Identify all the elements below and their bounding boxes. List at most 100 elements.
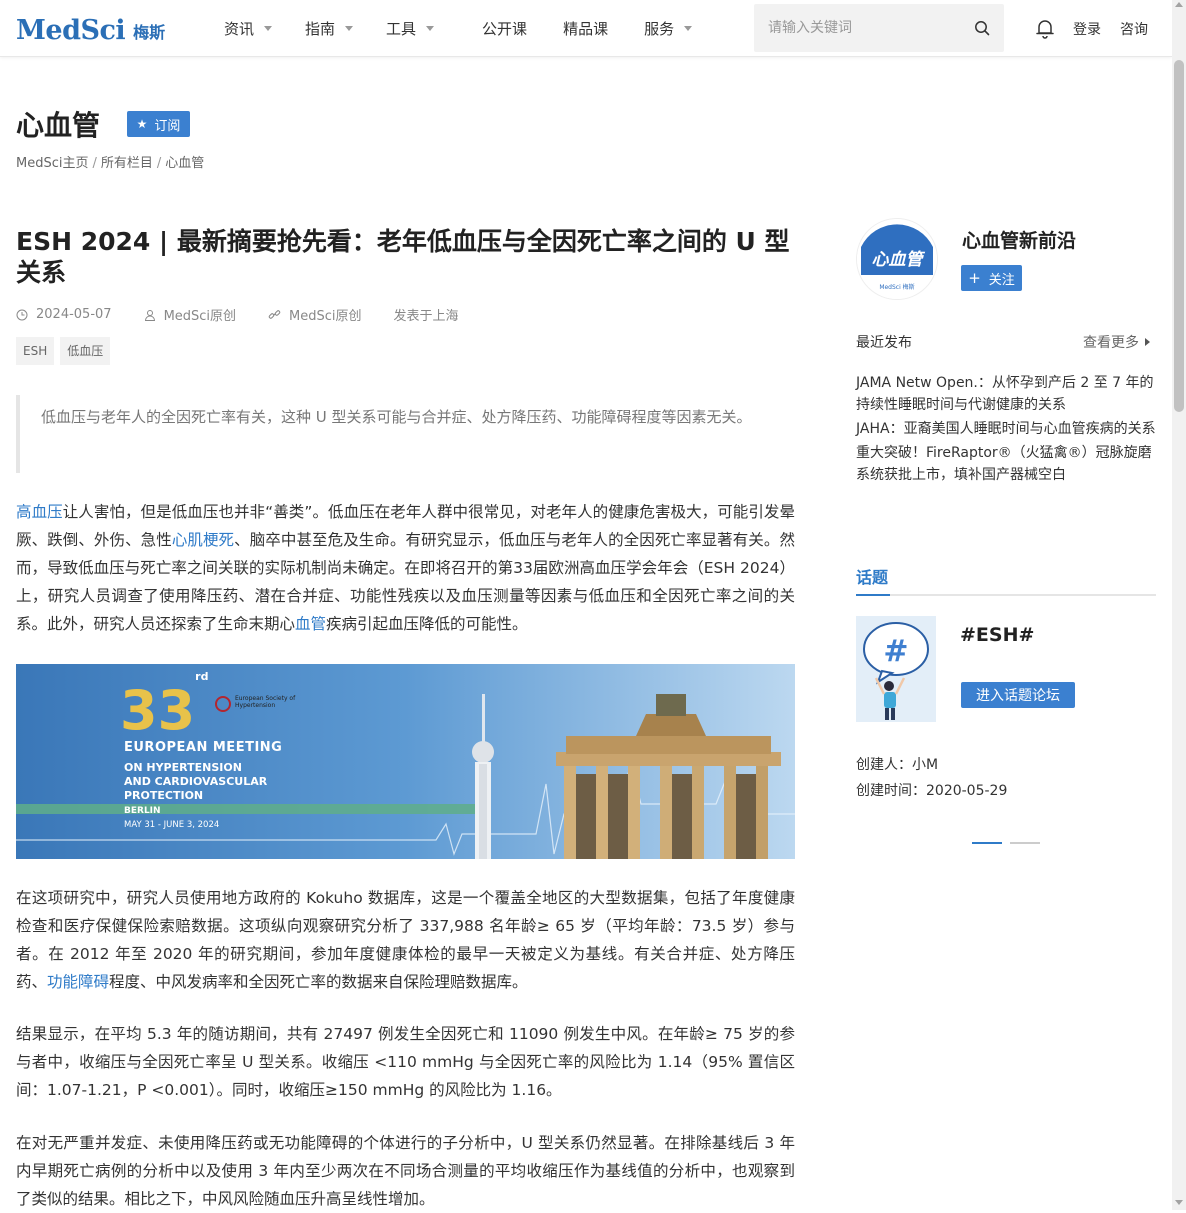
medsci-logo[interactable]: MedSci 梅斯 (16, 12, 165, 46)
avatar-subtext: MedSci 梅斯 (879, 283, 914, 291)
channel-avatar-image: 心血管 MedSci 梅斯 (857, 219, 937, 299)
caret-down-icon (426, 25, 435, 31)
banner-number-suffix: rd (195, 670, 209, 683)
breadcrumb-current[interactable]: 心血管 (165, 156, 204, 171)
carousel-dot[interactable] (1010, 842, 1040, 844)
banner-line4: PROTECTION (124, 789, 204, 802)
banner-city: BERLIN (124, 806, 161, 816)
hashtag-illustration: # (856, 616, 936, 722)
nav-label: 指南 (305, 19, 336, 38)
carousel-indicators (972, 842, 1048, 844)
recent-item[interactable]: JAHA：亚裔美国人睡眠时间与心血管疾病的关系 (856, 418, 1158, 440)
recent-heading: 最近发布 (856, 335, 912, 351)
meta-author: MedSci原创 (144, 305, 236, 324)
nav-item-tools[interactable]: 工具 (386, 18, 435, 39)
link-icon (268, 310, 281, 319)
meta-source: MedSci原创 (268, 305, 362, 324)
avatar-text: 心血管 (872, 250, 926, 270)
breadcrumb-separator: / (92, 156, 97, 171)
nav-item-premium-courses[interactable]: 精品课 (563, 18, 608, 39)
tag-hypotension[interactable]: 低血压 (60, 337, 111, 365)
link-hypertension[interactable]: 高血压 (16, 503, 63, 521)
meta-author-text: MedSci原创 (163, 309, 237, 324)
breadcrumb: MedSci主页 / 所有栏目 / 心血管 (16, 152, 204, 171)
topic-name[interactable]: #ESH# (960, 624, 1034, 646)
plus-icon: + (968, 269, 981, 287)
banner-number-text: 33 (120, 679, 196, 742)
main-nav: 资讯 指南 工具 公开课 精品课 服务 (224, 0, 693, 56)
article-summary: 低血压与老年人的全因死亡率有关，这种 U 型关系可能与合并症、处方降压药、功能障… (16, 395, 795, 473)
channel-avatar[interactable]: 心血管 MedSci 梅斯 (856, 218, 938, 300)
topic-heading: 话题 (856, 568, 889, 587)
nav-label: 工具 (386, 19, 417, 38)
nav-item-open-courses[interactable]: 公开课 (482, 18, 527, 39)
banner-dates: MAY 31 - JUNE 3, 2024 (124, 820, 220, 830)
logo-cn: 梅斯 (133, 23, 166, 42)
paragraph-text: 疾病引起血压降低的可能性。 (326, 615, 528, 633)
paragraph-2: 在这项研究中，研究人员使用地方政府的 Kokuho 数据库，这是一个覆盖全地区的… (16, 884, 795, 996)
nav-label: 公开课 (482, 19, 528, 38)
banner-society: European Society of Hypertension (235, 695, 296, 709)
link-vessel[interactable]: 血管 (295, 615, 326, 633)
caret-down-icon (264, 25, 273, 31)
topic-creator: 创建人：小M (856, 757, 939, 773)
star-icon: ★ (136, 117, 148, 131)
article-tags: ESH 低血压 (16, 337, 116, 365)
search-box (754, 4, 1004, 52)
caret-down-icon (345, 25, 354, 31)
consult-link[interactable]: 咨询 (1120, 19, 1148, 39)
meta-date: 2024-05-07 (16, 307, 112, 322)
follow-label: 关注 (988, 272, 1015, 288)
banner-number: 33rd (120, 670, 208, 738)
nav-item-news[interactable]: 资讯 (224, 18, 273, 39)
follow-button[interactable]: + 关注 (961, 265, 1022, 291)
breadcrumb-home[interactable]: MedSci主页 (16, 156, 88, 171)
breadcrumb-all-columns[interactable]: 所有栏目 (101, 156, 153, 171)
search-input[interactable] (766, 19, 970, 37)
enter-forum-button[interactable]: 进入话题论坛 (961, 682, 1075, 708)
meta-location: 发表于上海 (394, 305, 459, 324)
scroll-up-arrow-icon[interactable] (1175, 2, 1183, 7)
article-title: ESH 2024 | 最新摘要抢先看：老年低血压与全因死亡率之间的 U 型关系 (16, 227, 790, 287)
paragraph-1: 高血压让人害怕，但是低血压也并非“善类”。低血压在老年人群中很常见，对老年人的健… (16, 498, 795, 638)
nav-item-services[interactable]: 服务 (644, 18, 693, 39)
chevron-right-icon (1145, 338, 1150, 346)
tag-esh[interactable]: ESH (16, 337, 55, 365)
banner-line2: ON HYPERTENSION (124, 761, 242, 774)
channel-name[interactable]: 心血管新前沿 (962, 226, 1076, 253)
bell-icon[interactable] (1034, 17, 1056, 39)
meta-date-text: 2024-05-07 (36, 307, 112, 322)
nav-label: 精品课 (563, 19, 609, 38)
search-icon[interactable] (974, 20, 990, 36)
login-link[interactable]: 登录 (1073, 19, 1101, 39)
breadcrumb-separator: / (156, 156, 162, 171)
scrollbar-thumb[interactable] (1174, 60, 1184, 412)
meta-location-text: 发表于上海 (393, 309, 459, 324)
topic-divider (856, 594, 1156, 596)
user-icon (144, 309, 155, 321)
recent-item[interactable]: JAMA Netw Open.：从怀孕到产后 2 至 7 年的持续性睡眠时间与代… (856, 372, 1158, 416)
meta-source-text[interactable]: MedSci原创 (289, 305, 361, 324)
article-meta: 2024-05-07 MedSci原创 MedSci原创 发表于上海 (16, 305, 491, 324)
carousel-dot-active[interactable] (972, 842, 1002, 844)
topic-image[interactable]: # (856, 616, 936, 722)
view-more-label: 查看更多 (1083, 335, 1139, 351)
nav-item-guides[interactable]: 指南 (305, 18, 354, 39)
subscribe-button[interactable]: ★ 订阅 (127, 111, 190, 137)
esh-2024-banner-image: 33rd European Society of Hypertension EU… (16, 664, 795, 859)
svg-text:#: # (883, 634, 908, 669)
link-dysfunction[interactable]: 功能障碍 (47, 973, 109, 991)
recent-item[interactable]: 重大突破！FireRaptor®（火猛禽®）冠脉旋磨系统获批上市，填补国产器械空… (856, 442, 1158, 486)
subscribe-label: 订阅 (154, 118, 181, 134)
caret-down-icon (684, 25, 693, 31)
top-header: MedSci 梅斯 资讯 指南 工具 公开课 精品课 服务 请输入关键词 登录 … (0, 0, 1172, 57)
clock-icon (16, 309, 28, 320)
view-more-link[interactable]: 查看更多 (1083, 332, 1150, 352)
banner-line1: EUROPEAN MEETING (124, 740, 283, 755)
banner-line3: AND CARDIOVASCULAR (124, 775, 268, 788)
link-myocardial-infarction[interactable]: 心肌梗死 (172, 531, 234, 549)
scroll-down-arrow-icon[interactable] (1175, 1200, 1183, 1205)
nav-label: 资讯 (224, 19, 255, 38)
recent-list: JAMA Netw Open.：从怀孕到产后 2 至 7 年的持续性睡眠时间与代… (856, 372, 1158, 488)
paragraph-text: 程度、中风发病率和全因死亡率的数据来自保险理赔数据库。 (109, 973, 528, 991)
